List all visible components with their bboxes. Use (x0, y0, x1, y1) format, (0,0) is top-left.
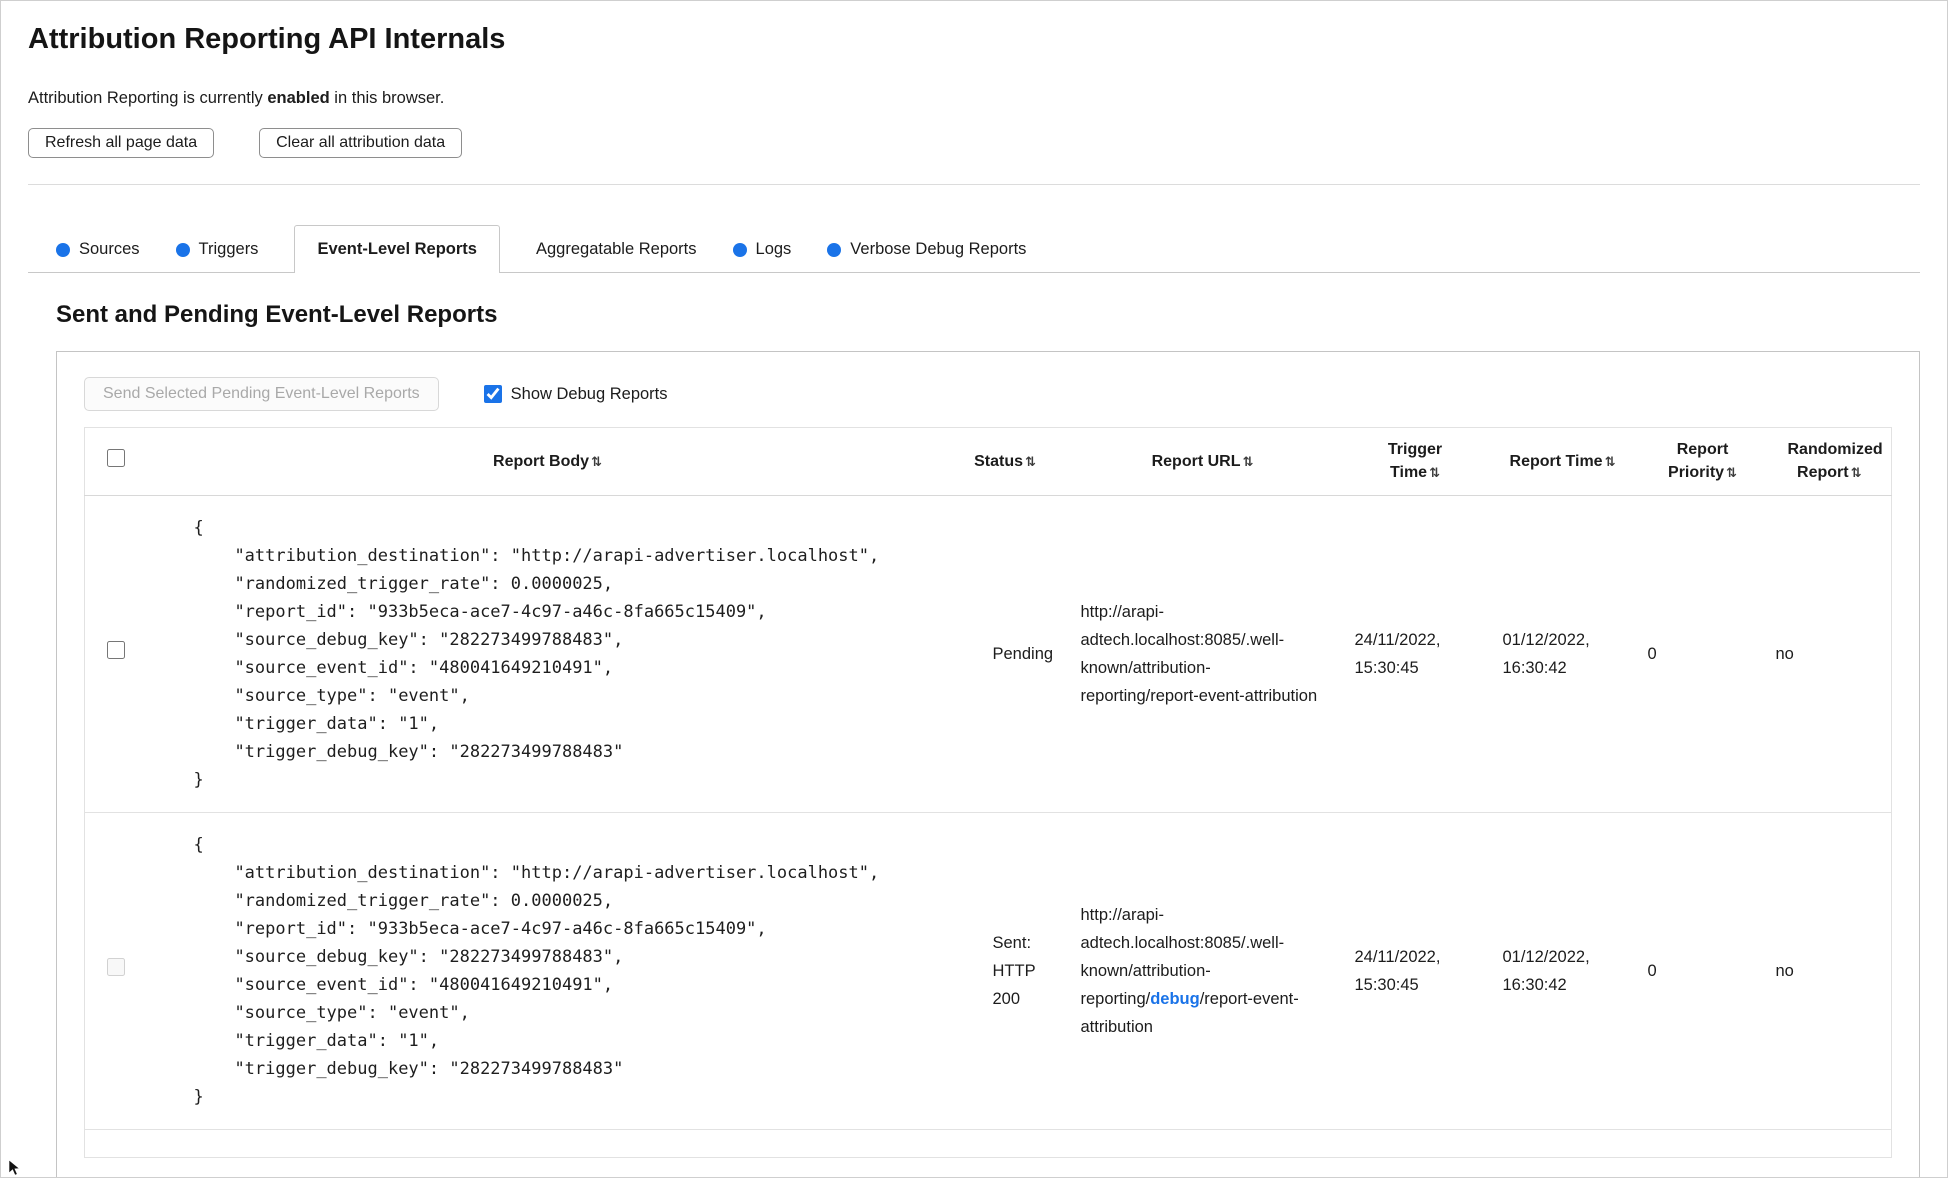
report-row-sent: { "attribution_destination": "http://ara… (84, 813, 1892, 1130)
report-row-pending: { "attribution_destination": "http://ara… (84, 496, 1892, 813)
column-header-randomized-report-label: Randomized Report (1787, 441, 1883, 481)
tab-logs-label: Logs (755, 240, 792, 258)
tab-verbose-debug-reports-label: Verbose Debug Reports (850, 240, 1027, 258)
report-priority-cell: 0 (1647, 962, 1657, 980)
column-header-report-time-label: Report Time (1509, 452, 1603, 470)
row-select-checkbox[interactable] (107, 641, 126, 659)
tab-triggers[interactable]: Triggers (175, 227, 259, 272)
column-header-status-label: Status (974, 452, 1023, 470)
tab-sources[interactable]: Sources (56, 227, 140, 272)
column-header-report-body-label: Report Body (493, 452, 590, 470)
sources-status-dot-icon (56, 242, 70, 257)
sort-icon: ⇅ (591, 454, 602, 470)
report-body-cell: { "attribution_destination": "http://ara… (148, 813, 948, 1130)
status-cell: Sent: HTTP 200 (992, 934, 1036, 1008)
event-level-reports-table: Report Body ⇅ Status ⇅ Report URL ⇅ Trigger… (84, 427, 1892, 1158)
tab-aggregatable-reports[interactable]: Aggregatable Reports (536, 227, 697, 272)
tab-event-level-reports-label: Event-Level Reports (317, 240, 477, 258)
row-checkbox-cell (85, 813, 148, 1130)
reports-panel: Send Selected Pending Event-Level Report… (56, 351, 1920, 1177)
tab-event-level-reports[interactable]: Event-Level Reports (294, 225, 500, 273)
randomized-report-cell: no (1775, 962, 1794, 980)
column-header-report-priority[interactable]: Report Priority ⇅ (1637, 427, 1768, 496)
header-divider (28, 184, 1920, 185)
panel-controls: Send Selected Pending Event-Level Report… (84, 377, 1892, 411)
sort-icon: ⇅ (1726, 466, 1737, 481)
table-footer-spacer (85, 1130, 1892, 1158)
status-emphasis: enabled (267, 89, 330, 107)
clear-all-attribution-data-button[interactable]: Clear all attribution data (259, 128, 463, 158)
select-all-checkbox[interactable] (107, 449, 126, 467)
header-buttons: Refresh all page data Clear all attribut… (28, 128, 1920, 158)
report-url-text: http://arapi-adtech.localhost:8085/.well… (1080, 603, 1318, 705)
column-header-status[interactable]: Status ⇅ (947, 427, 1063, 496)
column-header-report-time[interactable]: Report Time ⇅ (1487, 427, 1638, 496)
report-time-cell: 01/12/2022, 16:30:42 (1502, 631, 1590, 677)
column-header-report-priority-label: Report Priority (1668, 441, 1729, 481)
triggers-status-dot-icon (175, 242, 190, 257)
trigger-time-cell: 24/11/2022, 15:30:45 (1354, 948, 1441, 994)
debug-url-segment: debug (1150, 990, 1200, 1008)
sort-icon: ⇅ (1604, 454, 1616, 470)
logs-status-dot-icon (732, 242, 747, 257)
sort-icon: ⇅ (1850, 466, 1862, 481)
trigger-time-cell: 24/11/2022, 15:30:45 (1354, 631, 1441, 677)
table-footer-spacer-cell (85, 1130, 1892, 1158)
attribution-internals-page: Attribution Reporting API Internals Attr… (0, 0, 1948, 1178)
sort-icon: ⇅ (1025, 454, 1036, 470)
column-header-report-url[interactable]: Report URL ⇅ (1062, 427, 1343, 496)
sort-icon: ⇅ (1429, 466, 1440, 481)
report-priority-cell: 0 (1647, 645, 1657, 663)
row-checkbox-cell (85, 496, 148, 813)
select-all-header-cell (84, 427, 148, 496)
tab-triggers-label: Triggers (198, 240, 259, 258)
column-header-report-url-label: Report URL (1151, 452, 1241, 470)
verbose-debug-status-dot-icon (827, 242, 842, 257)
page-title: Attribution Reporting API Internals (28, 23, 506, 55)
report-body-json: { "attribution_destination": "http://ara… (193, 835, 880, 1107)
page-header: Attribution Reporting API Internals Attr… (1, 1, 1947, 185)
show-debug-reports-toggle[interactable]: Show Debug Reports (483, 384, 668, 404)
status-cell: Pending (992, 645, 1054, 663)
show-debug-reports-checkbox[interactable] (483, 385, 502, 403)
tab-verbose-debug-reports[interactable]: Verbose Debug Reports (827, 227, 1026, 272)
randomized-report-cell: no (1775, 645, 1794, 663)
status-prefix: Attribution Reporting is currently (28, 89, 268, 107)
report-url-cell: http://arapi-adtech.localhost:8085/.well… (1063, 496, 1343, 813)
table-header-row: Report Body ⇅ Status ⇅ Report URL ⇅ Trigger… (84, 427, 1892, 496)
sort-icon: ⇅ (1242, 454, 1254, 470)
send-selected-reports-button[interactable]: Send Selected Pending Event-Level Report… (84, 377, 439, 411)
column-header-trigger-time[interactable]: Trigger Time ⇅ (1342, 427, 1488, 496)
event-level-reports-section: Sent and Pending Event-Level Reports Sen… (1, 301, 1947, 1177)
report-body-json: { "attribution_destination": "http://ara… (193, 518, 880, 790)
refresh-all-page-data-button[interactable]: Refresh all page data (28, 128, 215, 158)
column-header-randomized-report[interactable]: Randomized Report ⇅ (1767, 427, 1892, 496)
report-time-cell: 01/12/2022, 16:30:42 (1502, 948, 1590, 994)
tab-aggregatable-reports-label: Aggregatable Reports (535, 240, 697, 258)
show-debug-reports-label: Show Debug Reports (510, 384, 668, 403)
column-header-report-body[interactable]: Report Body ⇅ (147, 427, 948, 496)
row-select-checkbox[interactable] (107, 958, 126, 976)
tab-logs[interactable]: Logs (732, 227, 792, 272)
attribution-status-text: Attribution Reporting is currently enabl… (28, 89, 1920, 108)
status-suffix: in this browser. (329, 89, 445, 107)
tab-sources-label: Sources (79, 240, 140, 258)
tab-bar: Sources Triggers Event-Level Reports Agg… (28, 225, 1920, 273)
report-url-cell: http://arapi-adtech.localhost:8085/.well… (1063, 813, 1343, 1130)
section-title: Sent and Pending Event-Level Reports (56, 301, 498, 328)
report-body-cell: { "attribution_destination": "http://ara… (148, 496, 948, 813)
mouse-cursor-icon (8, 1160, 21, 1176)
